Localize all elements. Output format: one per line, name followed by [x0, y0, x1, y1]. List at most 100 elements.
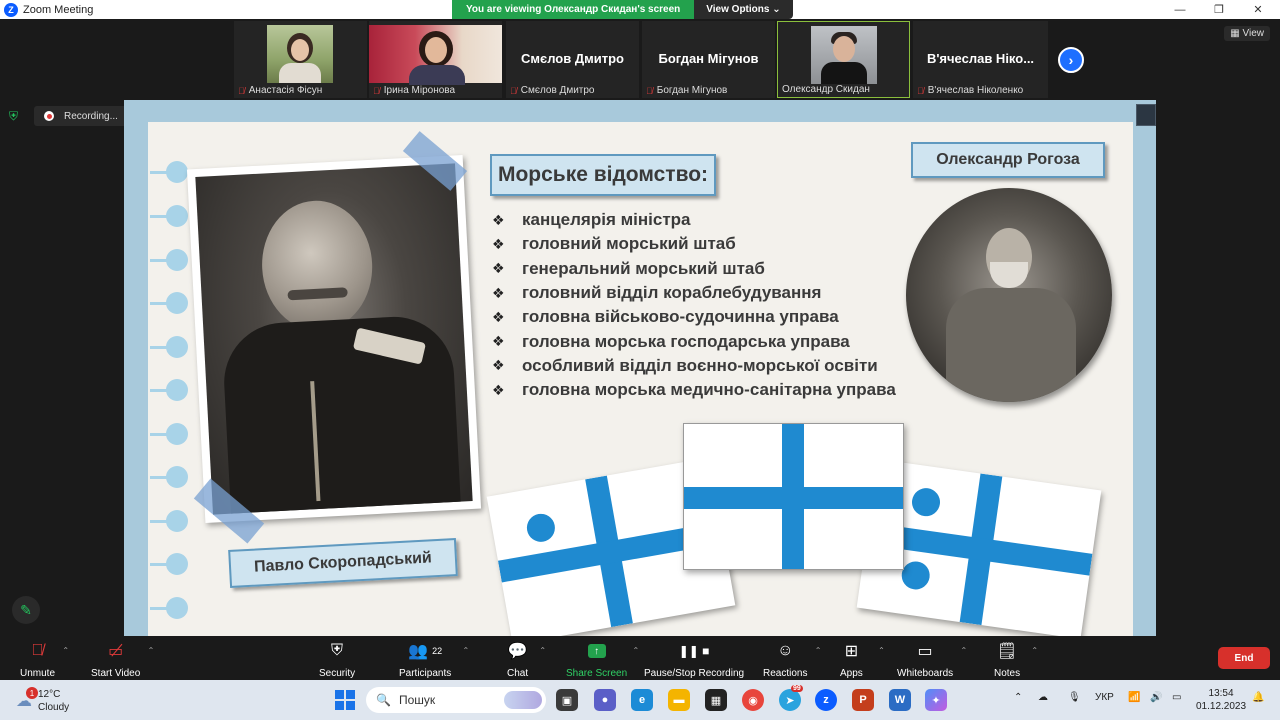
volume-icon[interactable]: 🔊 [1150, 692, 1162, 703]
participant-name: Олександр Скидан [782, 84, 870, 95]
flag-circle [910, 486, 942, 518]
caption-rogoza: Олександр Рогоза [911, 142, 1105, 178]
flag-circle [524, 511, 558, 545]
chat-button[interactable]: 💬 Chat ⌃ [507, 640, 546, 679]
share-screen-button[interactable]: ↑ Share Screen ⌃ [566, 640, 639, 679]
minimize-button[interactable]: — [1160, 0, 1200, 19]
bullet-icon: ❖ [492, 381, 505, 398]
chevron-up-icon: ⌃ [539, 646, 547, 655]
chevron-up-icon: ⌃ [632, 646, 640, 655]
participants-count: 22 [432, 646, 443, 656]
participant-tile-active-speaker[interactable]: Олександр Скидан [777, 21, 910, 98]
mic-muted-icon: 🎙̸ [917, 85, 924, 96]
reactions-button[interactable]: ☺ Reactions ⌃ [763, 640, 821, 679]
notes-label: Notes [994, 668, 1021, 679]
edge-icon[interactable]: e [631, 689, 653, 711]
bullet-icon: ❖ [492, 333, 505, 350]
zoom-icon[interactable]: z [815, 689, 837, 711]
participant-video [267, 25, 333, 83]
notes-button[interactable]: 🗒 Notes ⌃ [994, 640, 1038, 679]
word-document-icon[interactable]: W [889, 689, 911, 711]
clock-date: 01.12.2023 [1196, 701, 1247, 712]
gallery-next-button[interactable]: › [1058, 47, 1084, 73]
participant-video [369, 25, 502, 85]
participant-name: 🎙̸ В'ячеслав Ніколенко [917, 85, 1024, 96]
close-button[interactable]: ✕ [1238, 0, 1278, 19]
encryption-shield-icon[interactable]: ⛨ [9, 109, 23, 123]
chevron-up-icon: ⌃ [1031, 646, 1039, 655]
start-video-button[interactable]: ▭̸ Start Video ⌃ [91, 640, 154, 679]
start-button[interactable] [335, 690, 355, 710]
list-item: ❖ особливий відділ воєнно-морської освіти [492, 355, 878, 375]
security-button[interactable]: ⛨ Security [319, 640, 355, 679]
pause-stop-recording-button[interactable]: ❚❚ ■ Pause/Stop Recording [644, 640, 744, 679]
participant-gallery: 🎙̸ Анастасія Фісун 🎙̸ Ірина Міронова Смєло… [0, 19, 1280, 99]
mic-muted-icon: 🎙̸ [31, 642, 44, 659]
language-indicator[interactable]: УКР [1095, 692, 1114, 703]
battery-icon[interactable]: ▭ [1172, 692, 1181, 703]
mic-muted-icon: 🎙̸ [373, 85, 380, 96]
flag-circle [899, 559, 932, 592]
bullet-icon: ❖ [492, 308, 505, 325]
participant-name: 🎙̸ Смєлов Дмитро [510, 85, 595, 96]
notes-icon: 🗒 [996, 643, 1018, 660]
task-view-icon[interactable]: ▣ [556, 689, 578, 711]
unmute-button[interactable]: 🎙̸ Unmute ⌃ [20, 640, 69, 679]
chevron-up-icon: ⌃ [62, 646, 70, 655]
whiteboards-button[interactable]: ▭ Whiteboards ⌃ [897, 640, 967, 679]
participants-label: Participants [399, 668, 452, 679]
annotate-pen-button[interactable]: ✎ [12, 596, 40, 624]
store-icon[interactable]: ▦ [705, 689, 727, 711]
mic-muted-icon: 🎙̸ [510, 85, 517, 96]
participant-display-name: В'ячеслав Ніко... [926, 51, 1035, 66]
maximize-button[interactable]: ❐ [1199, 0, 1239, 19]
weather-widget[interactable]: ☁ 1 12°C Cloudy [16, 687, 69, 714]
telegram-badge: 99 [791, 685, 803, 692]
view-options-button[interactable]: View Options ⌄ [694, 0, 793, 19]
search-placeholder: Пошук [398, 693, 436, 707]
system-clock[interactable]: 13:54 01.12.2023 [1196, 687, 1246, 713]
whiteboard-icon: ▭ [917, 643, 933, 660]
show-hidden-icons[interactable]: ⌃ [1014, 692, 1022, 703]
share-arrow-icon: ↑ [587, 644, 606, 658]
recording-dot-icon [44, 111, 54, 121]
flag-cross-horizontal [684, 487, 903, 509]
copilot-icon[interactable]: ✦ [925, 689, 947, 711]
cloud-sync-icon[interactable]: ☁ [1038, 692, 1048, 703]
share-panel-handle[interactable] [1136, 104, 1156, 126]
meeting-toolbar: 🎙̸ Unmute ⌃ ▭̸ Start Video ⌃ ⛨ Security 👥 22 Pa… [0, 636, 1280, 680]
participant-tile[interactable]: 🎙̸ Анастасія Фісун [234, 21, 367, 98]
chevron-up-icon: ⌃ [814, 646, 822, 655]
view-button[interactable]: ▦ View [1224, 26, 1270, 41]
chat-label: Chat [507, 668, 529, 679]
apps-button[interactable]: ⊞ Apps ⌃ [840, 640, 885, 679]
participant-tile[interactable]: Смєлов Дмитро 🎙̸ Смєлов Дмитро [506, 21, 639, 98]
reactions-label: Reactions [763, 668, 808, 679]
telegram-icon[interactable]: ➤ 99 [779, 685, 803, 711]
participant-name: 🎙̸ Богдан Мігунов [646, 85, 728, 96]
participant-tile[interactable]: В'ячеслав Ніко... 🎙̸ В'ячеслав Ніколенко [913, 21, 1048, 98]
file-explorer-icon[interactable]: ▬ [668, 689, 690, 711]
pause-stop-recording-label: Pause/Stop Recording [644, 668, 745, 679]
participant-tile[interactable]: 🎙̸ Ірина Міронова [369, 21, 502, 98]
chevron-down-icon: ⌄ [772, 4, 781, 15]
chevron-up-icon: ⌃ [462, 646, 470, 655]
chevron-up-icon: ⌃ [147, 646, 155, 655]
search-highlight-icon [504, 691, 542, 709]
bullet-icon: ❖ [492, 260, 505, 277]
wifi-icon[interactable]: 📶 [1128, 692, 1140, 703]
teams-chat-icon[interactable]: ● [594, 689, 616, 711]
apps-icon: ⊞ [844, 643, 859, 660]
smiley-plus-icon: ☺ [777, 642, 794, 659]
powerpoint-icon[interactable]: P [852, 689, 874, 711]
ministry-list: ❖ канцелярія міністра ❖ головний морський … [492, 208, 896, 402]
taskbar-search[interactable]: 🔍 Пошук [366, 687, 546, 713]
participant-name: 🎙̸ Анастасія Фісун [238, 85, 323, 96]
microphone-icon[interactable]: 🎙 [1068, 692, 1081, 703]
participant-tile[interactable]: Богдан Мігунов 🎙̸ Богдан Мігунов [642, 21, 775, 98]
notification-bell-icon[interactable]: 🔔 [1252, 692, 1264, 703]
end-meeting-button[interactable]: End [1218, 647, 1270, 669]
participants-button[interactable]: 👥 22 Participants ⌃ [399, 640, 469, 679]
app-title: Zoom Meeting [23, 3, 94, 16]
chrome-icon[interactable]: ◉ [742, 689, 764, 711]
